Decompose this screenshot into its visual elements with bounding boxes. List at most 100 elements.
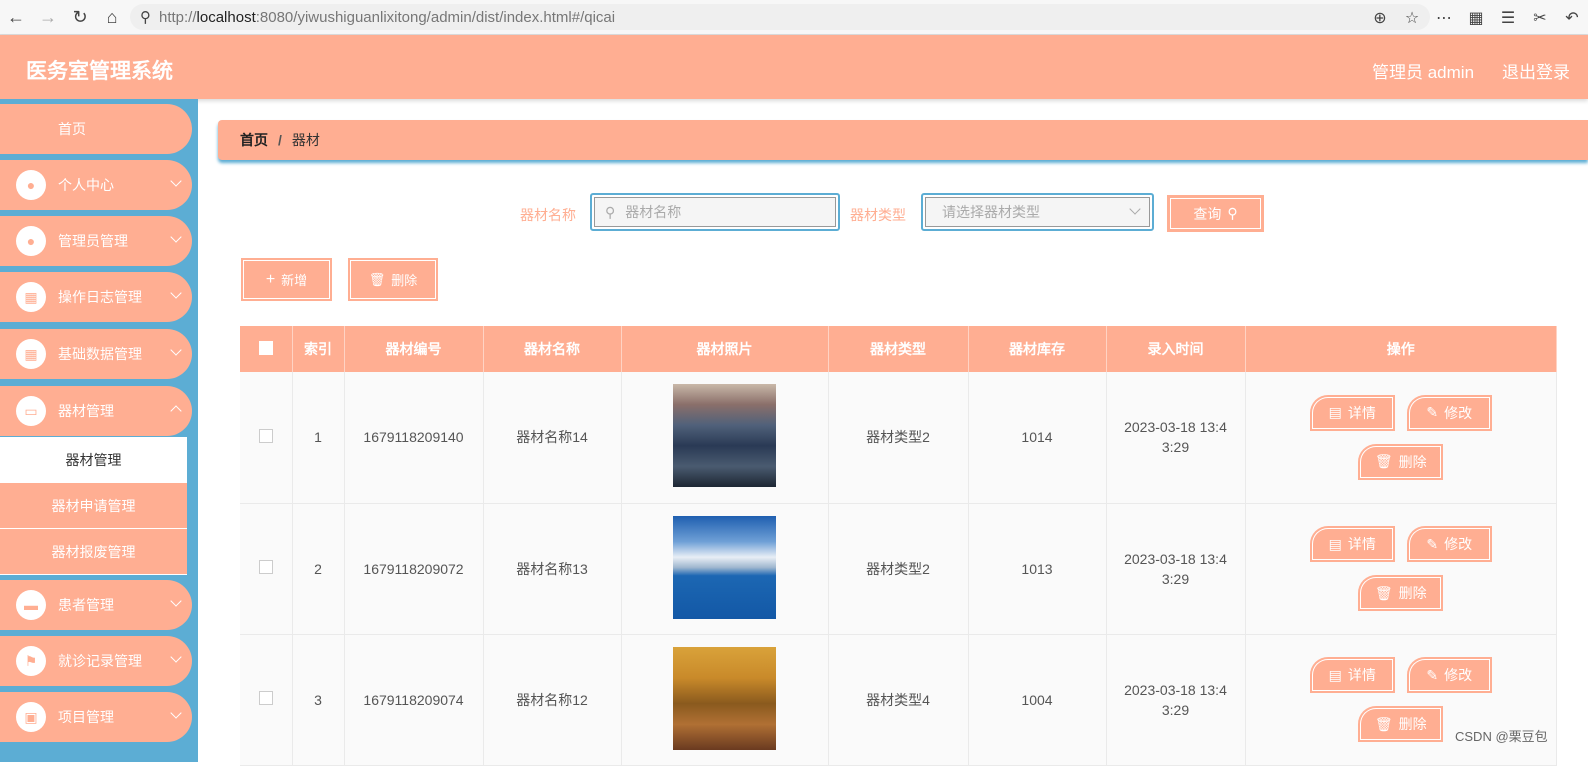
row-checkbox[interactable] — [258, 560, 273, 574]
sidebar-item-home[interactable]: 首页 — [0, 104, 192, 154]
chevron-down-icon — [170, 707, 182, 719]
name-search-label: 器材名称 — [520, 207, 576, 223]
sidebar-item-profile[interactable]: ● 个人中心 — [0, 160, 192, 210]
trash-icon: 🗑 — [368, 271, 386, 287]
detail-button-label: 详情 — [1347, 536, 1376, 552]
select-all-cell[interactable] — [240, 326, 293, 372]
equipment-photo[interactable] — [673, 384, 776, 488]
query-button-label: 查询 — [1193, 205, 1222, 222]
row-select-cell[interactable] — [240, 634, 293, 766]
sidebar-item-label: 就诊记录管理 — [58, 653, 142, 669]
edit-button[interactable]: ✎ 修改 — [1406, 526, 1492, 562]
equipment-photo[interactable] — [673, 646, 776, 750]
submenu-item-equipment[interactable]: 器材管理 — [0, 437, 187, 483]
sidebar-item-label: 管理员管理 — [58, 233, 128, 249]
clipboard-icon: ▣ — [16, 702, 46, 732]
sidebar: 首页 ● 个人中心 ● 管理员管理 ▦ 操作日志管理 ▦ 基础数据管理 ▭ 器材… — [0, 99, 198, 762]
cell-name: 器材名称13 — [483, 503, 622, 635]
bulk-delete-button-label: 删除 — [391, 273, 418, 288]
row-select-cell[interactable] — [240, 503, 293, 635]
row-select-cell[interactable] — [240, 372, 293, 504]
row-checkbox[interactable] — [258, 691, 273, 705]
sidebar-item-basedata[interactable]: ▦ 基础数据管理 — [0, 329, 192, 379]
cell-actions: ▤ 详情 ✎ 修改 🗑 删除 — [1245, 372, 1557, 504]
flag-icon: ⚑ — [16, 646, 46, 676]
edit-button[interactable]: ✎ 修改 — [1406, 394, 1492, 431]
more-icon[interactable]: ⋯ — [1428, 8, 1460, 28]
trash-icon: 🗑 — [1374, 715, 1393, 732]
detail-button[interactable]: ▤ 详情 — [1309, 394, 1395, 431]
sidebar-item-label: 首页 — [58, 121, 86, 137]
address-bar[interactable]: ⚲ http://localhost:8080/yiwushiguanlixit… — [130, 4, 1430, 30]
sidebar-item-equipment[interactable]: ▭ 器材管理 — [0, 386, 192, 436]
pencil-icon: ✎ — [1426, 666, 1439, 683]
cell-stock: 1004 — [968, 634, 1107, 766]
select-all-checkbox[interactable] — [258, 340, 273, 355]
breadcrumb-home[interactable]: 首页 — [240, 130, 268, 150]
back-icon[interactable]: ← — [0, 0, 32, 35]
zoom-icon[interactable]: ⊕ — [1364, 8, 1396, 28]
cut-icon[interactable]: ✂ — [1524, 8, 1556, 28]
name-search-input[interactable]: ⚲ 器材名称 — [590, 193, 840, 231]
row-delete-button-label: 删除 — [1398, 716, 1427, 732]
sidebar-item-label: 个人中心 — [58, 177, 114, 193]
row-delete-button[interactable]: 🗑 删除 — [1358, 443, 1444, 480]
equipment-photo[interactable] — [673, 515, 776, 619]
cell-stock: 1013 — [968, 503, 1107, 635]
user-icon: ● — [16, 226, 46, 256]
chevron-down-icon — [170, 595, 182, 607]
detail-button[interactable]: ▤ 详情 — [1309, 526, 1395, 562]
row-delete-button-label: 删除 — [1398, 453, 1427, 470]
reload-icon[interactable]: ↻ — [64, 0, 96, 35]
home-icon[interactable]: ⌂ — [96, 0, 128, 35]
col-photo: 器材照片 — [621, 326, 829, 372]
sidebar-item-label: 患者管理 — [58, 597, 114, 613]
add-button[interactable]: + 新增 — [241, 258, 332, 301]
cell-photo — [621, 634, 829, 766]
logout-link[interactable]: 退出登录 — [1502, 58, 1570, 83]
type-select-placeholder: 请选择器材类型 — [942, 204, 1040, 220]
sidebar-item-label: 基础数据管理 — [58, 346, 142, 362]
cell-stock: 1014 — [968, 372, 1107, 504]
undo-icon[interactable]: ↶ — [1556, 8, 1588, 28]
submenu-item-equipment-apply[interactable]: 器材申请管理 — [0, 483, 187, 529]
url-host: localhost — [196, 8, 256, 26]
row-checkbox[interactable] — [258, 428, 273, 443]
pencil-icon: ✎ — [1426, 535, 1439, 552]
time-line-2: 3:29 — [1161, 701, 1190, 718]
edit-button[interactable]: ✎ 修改 — [1406, 657, 1492, 693]
favorites-icon[interactable]: ☰ — [1492, 8, 1524, 28]
cell-type: 器材类型2 — [828, 503, 969, 635]
sidebar-item-label: 操作日志管理 — [58, 289, 142, 305]
star-icon[interactable]: ☆ — [1396, 8, 1428, 28]
sidebar-item-projects[interactable]: ▣ 项目管理 — [0, 692, 192, 742]
detail-button[interactable]: ▤ 详情 — [1309, 657, 1395, 693]
col-time: 录入时间 — [1106, 326, 1246, 372]
query-button[interactable]: 查询 ⚲ — [1167, 195, 1264, 232]
detail-button-label: 详情 — [1347, 667, 1376, 683]
row-delete-button[interactable]: 🗑 删除 — [1358, 706, 1444, 742]
url-scheme: http:// — [159, 8, 197, 26]
trash-icon: 🗑 — [1374, 453, 1393, 470]
submenu-item-equipment-scrap[interactable]: 器材报废管理 — [0, 529, 187, 575]
cell-code: 1679118209140 — [344, 372, 484, 504]
type-select[interactable]: 请选择器材类型 — [921, 193, 1154, 231]
forward-icon[interactable]: → — [32, 0, 64, 35]
bulk-delete-button[interactable]: 🗑 删除 — [348, 258, 438, 301]
edit-button-label: 修改 — [1444, 404, 1473, 421]
row-delete-button[interactable]: 🗑 删除 — [1358, 575, 1444, 611]
type-search-label: 器材类型 — [850, 207, 906, 223]
time-line-1: 2023-03-18 13:4 — [1124, 681, 1227, 698]
sidebar-item-visits[interactable]: ⚑ 就诊记录管理 — [0, 636, 192, 686]
row-delete-button-label: 删除 — [1398, 585, 1427, 601]
cell-time: 2023-03-18 13:4 3:29 — [1106, 503, 1246, 635]
cell-name: 器材名称12 — [483, 634, 622, 766]
pencil-icon: ✎ — [1426, 404, 1439, 421]
sidebar-item-patients[interactable]: ▬ 患者管理 — [0, 580, 192, 630]
cell-time: 2023-03-18 13:4 3:29 — [1106, 634, 1246, 766]
sidebar-item-logs[interactable]: ▦ 操作日志管理 — [0, 272, 192, 322]
sidebar-item-admin[interactable]: ● 管理员管理 — [0, 216, 192, 266]
chevron-down-icon — [170, 344, 182, 356]
apps-icon[interactable]: ▦ — [1460, 8, 1492, 28]
trash-icon: 🗑 — [1374, 584, 1393, 601]
